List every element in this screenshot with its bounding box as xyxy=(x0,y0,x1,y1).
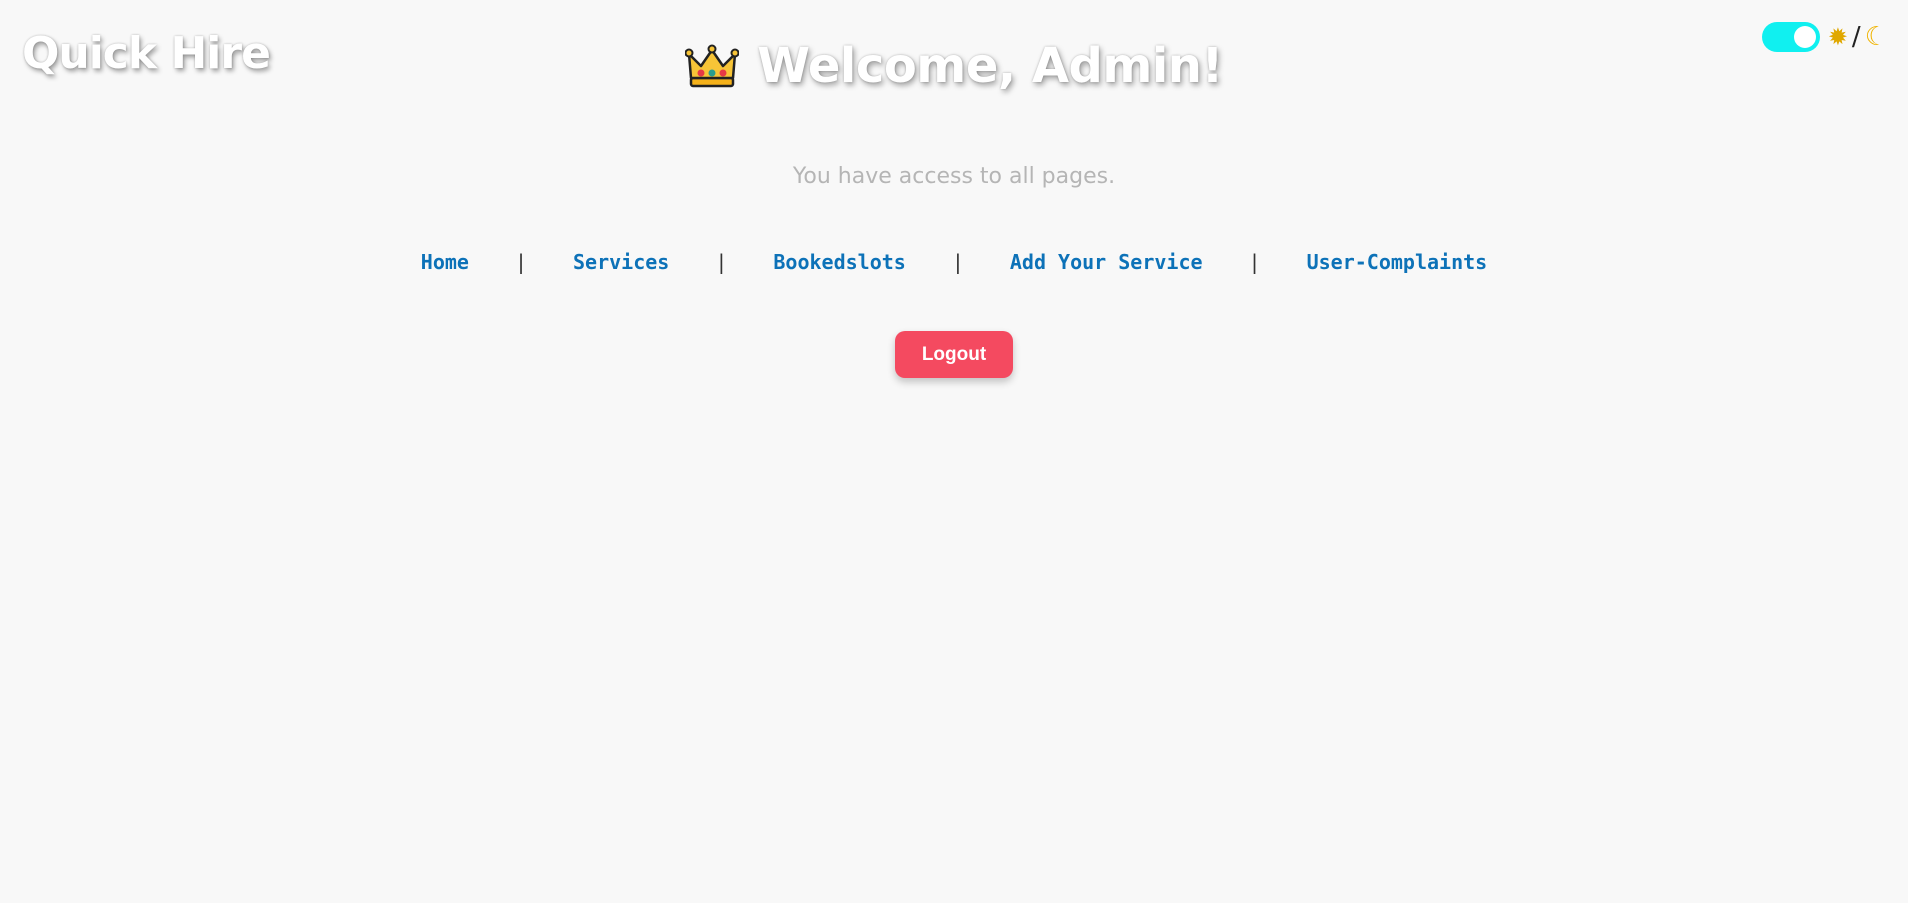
logout-button[interactable]: Logout xyxy=(895,331,1013,378)
page: Quick Hire ✹ / ☾ Welcome, Admin! You hav… xyxy=(0,0,1908,903)
nav-link-services[interactable]: Services xyxy=(573,250,669,274)
nav-separator: | xyxy=(514,250,527,274)
nav-separator: | xyxy=(1248,250,1261,274)
nav-link-user-complaints[interactable]: User-Complaints xyxy=(1307,250,1488,274)
page-title: Welcome, Admin! xyxy=(757,38,1223,94)
nav-separator: | xyxy=(715,250,728,274)
access-note: You have access to all pages. xyxy=(792,164,1116,189)
nav-link-home[interactable]: Home xyxy=(421,250,469,274)
nav-separator: | xyxy=(951,250,964,274)
main-nav: Home | Services | Bookedslots | Add Your… xyxy=(0,250,1908,274)
welcome-heading: Welcome, Admin! xyxy=(0,38,1908,94)
nav-link-bookedslots[interactable]: Bookedslots xyxy=(773,250,905,274)
crown-icon xyxy=(685,44,740,88)
nav-link-add-your-service[interactable]: Add Your Service xyxy=(1010,250,1203,274)
